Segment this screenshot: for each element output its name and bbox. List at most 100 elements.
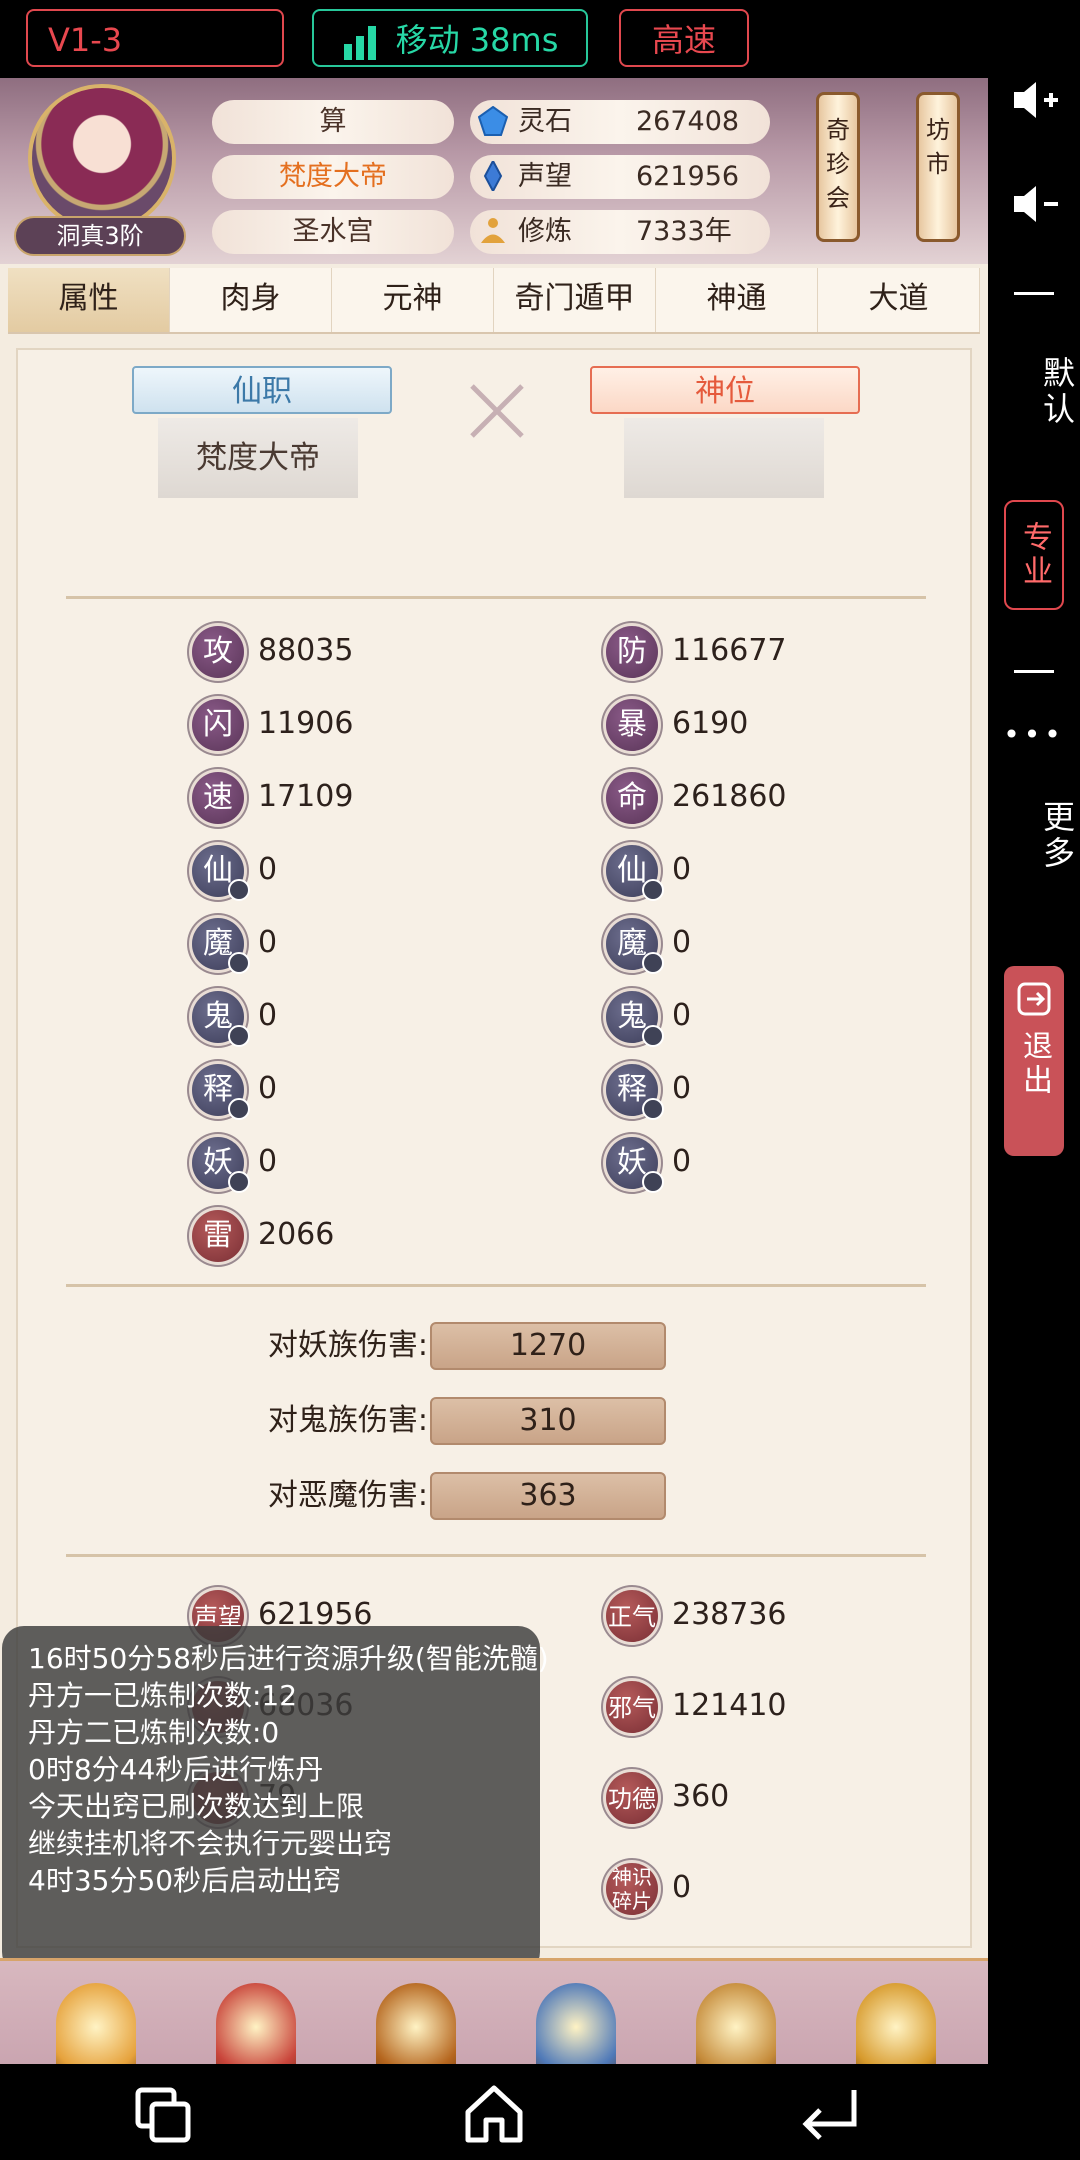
log-line: 今天出窍已刷次数达到上限 xyxy=(28,1790,365,1823)
pro-mode-button[interactable]: 专业 xyxy=(1004,500,1064,610)
damage-label-yao: 对妖族伤害: xyxy=(267,1328,428,1363)
tab-qimen[interactable]: 奇门遁甲 xyxy=(494,268,656,332)
side-panel: 默认 专业 ••• 更多 退出 xyxy=(988,78,1080,2064)
stat-badge: 神识碎片 xyxy=(606,1863,658,1915)
nav-fate-button[interactable]: 仙缘 xyxy=(826,1971,966,2064)
system-nav-bar xyxy=(0,2064,1080,2160)
default-mode-button[interactable]: 默认 xyxy=(988,356,1080,428)
crossed-swords-icon xyxy=(470,384,524,438)
stat-badge: 邪气 xyxy=(606,1681,658,1733)
stat-badge: 仙 xyxy=(606,845,664,901)
log-line: 16时50分58秒后进行资源升级(智能洗髓) xyxy=(28,1642,549,1675)
recent-apps-icon[interactable] xyxy=(132,2084,194,2146)
immortal-post-label: 仙职 xyxy=(132,366,392,414)
god-rank-value xyxy=(624,418,824,498)
nav-cultivate-button[interactable]: 修炼 xyxy=(26,1971,166,2064)
stat-value: 0 xyxy=(672,852,692,887)
cultivate-icon xyxy=(56,1983,136,2064)
game-view: 洞真3阶 算 梵度大帝 圣水宫 灵石 267408 声望 621956 修炼 7… xyxy=(0,78,988,2064)
stat-badge: 攻 xyxy=(192,626,244,678)
tab-powers[interactable]: 神通 xyxy=(656,268,818,332)
damage-value-yao: 1270 xyxy=(430,1322,666,1370)
info-dot-icon xyxy=(228,1025,250,1047)
damage-label-ghost: 对鬼族伤害: xyxy=(267,1403,428,1438)
side-divider xyxy=(1014,292,1054,295)
stat-value: 0 xyxy=(258,998,278,1033)
nav-cave-button[interactable]: 洞府 xyxy=(666,1971,806,2064)
treasure-fair-lantern[interactable]: 奇珍会 xyxy=(816,92,860,242)
info-dot-icon xyxy=(228,1171,250,1193)
back-icon[interactable] xyxy=(796,2084,862,2144)
exit-button[interactable]: 退出 xyxy=(1004,966,1064,1156)
version-button[interactable]: V1-3 xyxy=(26,9,284,67)
stat-value: 116677 xyxy=(672,633,787,668)
stat-badge: 释 xyxy=(192,1064,250,1120)
realm-badge: 洞真3阶 xyxy=(14,216,186,256)
player-line-1: 算 xyxy=(212,100,454,144)
damage-value-demon: 363 xyxy=(430,1472,666,1520)
nav-techniques-button[interactable]: 功法 xyxy=(506,1971,646,2064)
damage-value-ghost: 310 xyxy=(430,1397,666,1445)
home-icon[interactable] xyxy=(462,2082,526,2146)
meditation-icon xyxy=(481,218,505,243)
info-dot-icon xyxy=(228,1098,250,1120)
divider xyxy=(66,596,926,599)
nav-spirit-root-button[interactable]: 灵根 xyxy=(346,1971,486,2064)
stat-badge: 闪 xyxy=(192,699,244,751)
stat-badge: 魔 xyxy=(192,918,250,974)
damage-label-demon: 对恶魔伤害: xyxy=(267,1478,428,1513)
stat-badge: 暴 xyxy=(606,699,658,751)
more-button[interactable]: 更多 xyxy=(988,800,1080,872)
stat-badge: 功德 xyxy=(606,1772,658,1824)
reputation-crystal-icon xyxy=(483,161,503,191)
info-dot-icon xyxy=(228,952,250,974)
top-status-bar: V1-3 移动 38ms 高速 xyxy=(0,0,1080,78)
side-divider xyxy=(1014,670,1054,673)
volume-down-icon[interactable] xyxy=(1010,182,1060,226)
immortal-post-value: 梵度大帝 xyxy=(158,418,358,498)
volume-up-icon[interactable] xyxy=(1010,78,1060,122)
stat-badge: 防 xyxy=(606,626,658,678)
resource-spirit-stone: 灵石 267408 xyxy=(470,100,770,144)
stat-value: 0 xyxy=(258,1144,278,1179)
ring-dot-icon xyxy=(642,879,664,901)
stat-badge: 鬼 xyxy=(192,991,250,1047)
resource-cultivation: 修炼 7333年 xyxy=(470,210,770,254)
ring-dot-icon xyxy=(642,1171,664,1193)
stat-badge: 命 xyxy=(606,772,658,824)
stat-badge: 正气 xyxy=(606,1590,658,1642)
stat-value: 0 xyxy=(258,1071,278,1106)
player-sect: 圣水宫 xyxy=(212,210,454,254)
info-dot-icon xyxy=(228,879,250,901)
storage-icon xyxy=(216,1983,296,2064)
nav-storage-button[interactable]: 储物 xyxy=(186,1971,326,2064)
more-dots-icon[interactable]: ••• xyxy=(988,718,1080,751)
stat-badge: 释 xyxy=(606,1064,664,1120)
network-label: 移动 38ms xyxy=(395,21,559,59)
tab-attributes[interactable]: 属性 xyxy=(8,268,170,332)
stat-badge: 仙 xyxy=(192,845,250,901)
stat-value: 238736 xyxy=(672,1597,787,1632)
stat-value: 11906 xyxy=(258,706,354,741)
speed-button[interactable]: 高速 xyxy=(619,9,749,67)
network-status-button[interactable]: 移动 38ms xyxy=(312,9,588,67)
ring-dot-icon xyxy=(642,1025,664,1047)
tab-spirit[interactable]: 元神 xyxy=(332,268,494,332)
player-avatar[interactable] xyxy=(28,84,176,232)
stat-badge: 妖 xyxy=(192,1137,250,1193)
stat-badge: 妖 xyxy=(606,1137,664,1193)
stat-value: 2066 xyxy=(258,1217,335,1252)
divider xyxy=(66,1284,926,1287)
tab-dao[interactable]: 大道 xyxy=(818,268,980,332)
bottom-nav: 修炼储物灵根功法洞府仙缘 xyxy=(0,1958,988,2064)
stat-value: 0 xyxy=(258,852,278,887)
stat-value: 0 xyxy=(672,1870,692,1905)
market-lantern[interactable]: 坊市 xyxy=(916,92,960,242)
exit-icon xyxy=(1017,982,1051,1016)
stat-value: 0 xyxy=(672,998,692,1033)
log-line: 0时8分44秒后进行炼丹 xyxy=(28,1753,324,1786)
tab-body[interactable]: 肉身 xyxy=(170,268,332,332)
spirit-stone-icon xyxy=(478,106,508,136)
log-line: 继续挂机将不会执行元婴出窍 xyxy=(28,1827,393,1860)
attribute-tabs: 属性 肉身 元神 奇门遁甲 神通 大道 xyxy=(8,268,980,334)
